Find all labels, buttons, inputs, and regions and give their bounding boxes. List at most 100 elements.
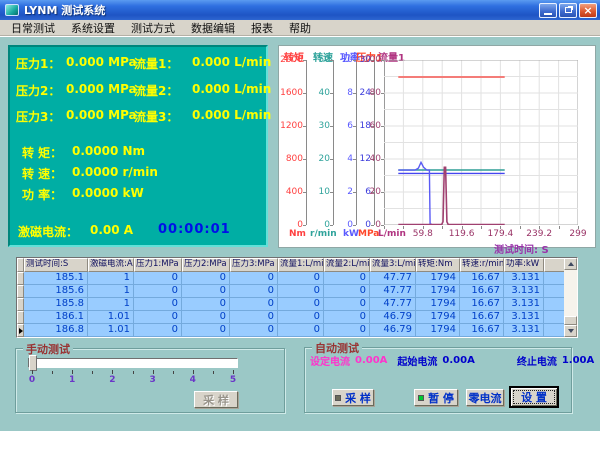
x-tick-mark <box>520 226 521 229</box>
column-header-10[interactable]: 功率:kW <box>504 258 544 272</box>
table-cell[interactable]: 46.79 <box>370 324 416 337</box>
scrollbar-thumb[interactable] <box>564 316 577 325</box>
table-cell[interactable]: 1 <box>88 285 134 298</box>
table-cell[interactable]: 0 <box>182 311 230 324</box>
table-cell[interactable]: 47.77 <box>370 298 416 311</box>
table-cell[interactable]: 186.8 <box>24 324 88 337</box>
restore-button[interactable] <box>559 3 577 18</box>
column-header-7[interactable]: 流量3:L/min <box>370 258 416 272</box>
table-cell[interactable]: 16.67 <box>460 298 504 311</box>
current-slider-track[interactable] <box>28 358 238 368</box>
table-cell[interactable]: 0 <box>134 272 182 285</box>
table-cell[interactable]: 1794 <box>416 272 460 285</box>
table-cell[interactable]: 185.8 <box>24 298 88 311</box>
table-cell[interactable]: 185.6 <box>24 285 88 298</box>
column-header-5[interactable]: 流量1:L/min <box>278 258 324 272</box>
table-cell[interactable]: 16.67 <box>460 272 504 285</box>
column-header-1[interactable]: 激磁电流:A <box>88 258 134 272</box>
table-cell[interactable]: 0 <box>230 324 278 337</box>
column-header-3[interactable]: 压力2:MPa <box>182 258 230 272</box>
table-cell[interactable]: 0 <box>230 285 278 298</box>
table-cell[interactable]: 186.1 <box>24 311 88 324</box>
menu-item-1[interactable]: 系统设置 <box>63 19 123 37</box>
table-cell[interactable]: 46.79 <box>370 311 416 324</box>
table-cell[interactable]: 16.67 <box>460 324 504 337</box>
excitation-current-value: 0.00 A <box>90 223 133 237</box>
pause-button[interactable]: 暂 停 <box>414 389 458 406</box>
table-cell[interactable]: 1794 <box>416 285 460 298</box>
column-header-9[interactable]: 转速:r/min <box>460 258 504 272</box>
table-cell[interactable]: 1.01 <box>88 311 134 324</box>
table-cell[interactable]: 0 <box>134 311 182 324</box>
table-cell[interactable]: 0 <box>278 311 324 324</box>
column-header-2[interactable]: 压力1:MPa <box>134 258 182 272</box>
table-cell[interactable]: 0 <box>278 324 324 337</box>
row-selector-3[interactable] <box>17 311 24 324</box>
column-header-0[interactable]: 测试时间:S <box>24 258 88 272</box>
close-button[interactable]: × <box>579 3 597 18</box>
row-selector-4[interactable] <box>17 324 24 337</box>
table-cell[interactable]: 0 <box>324 285 370 298</box>
table-cell[interactable]: 0 <box>230 311 278 324</box>
table-cell[interactable]: 0 <box>134 324 182 337</box>
table-cell[interactable]: 3.131 <box>504 285 544 298</box>
setup-button[interactable]: 设 置 <box>510 387 558 407</box>
table-cell[interactable]: 1 <box>88 272 134 285</box>
table-cell[interactable]: 0 <box>278 272 324 285</box>
minimize-button[interactable] <box>539 3 557 18</box>
table-cell[interactable]: 0 <box>324 298 370 311</box>
table-cell[interactable]: 1794 <box>416 298 460 311</box>
readout-power-value: 0.0000 kW <box>72 186 144 200</box>
column-header-6[interactable]: 流量2:L/min <box>324 258 370 272</box>
row-selector-0[interactable] <box>17 272 24 285</box>
table-cell[interactable]: 0 <box>324 311 370 324</box>
table-row-1[interactable]: 185.610000047.77179416.673.131 <box>17 285 566 298</box>
table-cell[interactable]: 16.67 <box>460 311 504 324</box>
row-selector-1[interactable] <box>17 285 24 298</box>
table-cell[interactable]: 3.131 <box>504 298 544 311</box>
table-cell[interactable]: 3.131 <box>504 311 544 324</box>
table-row-0[interactable]: 185.110000047.77179416.673.131 <box>17 272 566 285</box>
table-cell[interactable]: 0 <box>324 324 370 337</box>
table-cell[interactable]: 1 <box>88 298 134 311</box>
table-cell[interactable]: 47.77 <box>370 285 416 298</box>
manual-sample-button[interactable]: 采 样 <box>194 391 238 408</box>
table-cell[interactable]: 3.131 <box>504 272 544 285</box>
table-cell[interactable]: 47.77 <box>370 272 416 285</box>
zero-current-button[interactable]: 零电流 <box>466 389 504 406</box>
table-cell[interactable]: 0 <box>278 298 324 311</box>
scroll-up-button[interactable] <box>564 258 577 270</box>
table-cell[interactable]: 0 <box>324 272 370 285</box>
menu-item-2[interactable]: 测试方式 <box>123 19 183 37</box>
table-cell[interactable]: 0 <box>182 272 230 285</box>
menu-item-0[interactable]: 日常测试 <box>3 19 63 37</box>
table-cell[interactable]: 1.01 <box>88 324 134 337</box>
table-cell[interactable]: 1794 <box>416 311 460 324</box>
x-axis-title: 测试时间: S <box>494 241 549 256</box>
table-cell[interactable]: 0 <box>230 298 278 311</box>
table-row-2[interactable]: 185.810000047.77179416.673.131 <box>17 298 566 311</box>
table-cell[interactable]: 16.67 <box>460 285 504 298</box>
auto-sample-button[interactable]: 采 样 <box>332 389 374 406</box>
table-cell[interactable]: 0 <box>182 285 230 298</box>
table-cell[interactable]: 1794 <box>416 324 460 337</box>
menu-item-5[interactable]: 帮助 <box>281 19 319 37</box>
table-cell[interactable]: 0 <box>182 324 230 337</box>
table-row-4[interactable]: 186.81.010000046.79179416.673.131 <box>17 324 566 337</box>
menu-item-3[interactable]: 数据编辑 <box>183 19 243 37</box>
column-header-4[interactable]: 压力3:MPa <box>230 258 278 272</box>
table-cell[interactable]: 0 <box>182 298 230 311</box>
table-cell[interactable]: 3.131 <box>504 324 544 337</box>
current-slider-thumb[interactable] <box>29 355 37 371</box>
menu-item-4[interactable]: 报表 <box>243 19 281 37</box>
column-header-8[interactable]: 转矩:Nm <box>416 258 460 272</box>
scroll-down-button[interactable] <box>564 325 577 337</box>
row-selector-2[interactable] <box>17 298 24 311</box>
table-cell[interactable]: 0 <box>230 272 278 285</box>
table-cell[interactable]: 0 <box>278 285 324 298</box>
table-cell[interactable]: 185.1 <box>24 272 88 285</box>
table-cell[interactable]: 0 <box>134 298 182 311</box>
table-cell[interactable]: 0 <box>134 285 182 298</box>
table-row-3[interactable]: 186.11.010000046.79179416.673.131 <box>17 311 566 324</box>
table-vertical-scrollbar[interactable] <box>564 258 577 337</box>
